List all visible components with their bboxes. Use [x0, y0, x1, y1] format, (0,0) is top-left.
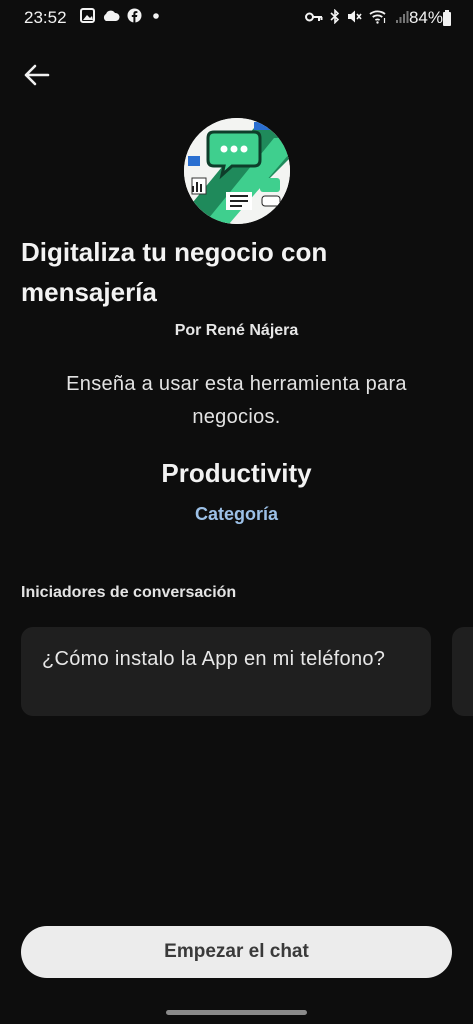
conversation-starter-card-next[interactable] — [452, 627, 473, 716]
gpt-title: Digitaliza tu negocio con mensajería — [21, 237, 328, 307]
cloud-icon — [103, 10, 120, 21]
gpt-avatar — [184, 118, 290, 224]
home-indicator[interactable] — [166, 1010, 307, 1015]
conversation-starter-card[interactable]: ¿Cómo instalo la App en mi teléfono? — [21, 627, 431, 716]
facebook-icon — [127, 8, 142, 23]
starters-heading: Iniciadores de conversación — [21, 584, 237, 601]
arrow-left-icon — [24, 64, 50, 86]
battery-percent: 84% — [408, 8, 443, 27]
gpt-author: Por René Nájera — [174, 322, 299, 339]
category-label: Categoría — [194, 504, 279, 524]
category-value: Productivity — [161, 458, 312, 488]
back-button[interactable] — [20, 60, 54, 90]
key-icon — [305, 12, 323, 21]
bluetooth-icon — [330, 9, 340, 24]
conversation-starter-text: ¿Cómo instalo la App en mi teléfono? — [42, 648, 386, 670]
signal-icon — [396, 10, 409, 23]
wifi-icon — [369, 10, 386, 24]
start-chat-button[interactable]: Empezar el chat — [21, 926, 452, 978]
notification-icons — [80, 8, 163, 23]
dot-icon — [153, 12, 159, 19]
status-bar: 23:52 84% — [0, 0, 473, 36]
status-time: 23:52 — [24, 8, 67, 27]
system-icons — [305, 9, 409, 24]
gpt-description: Enseña a usar esta herramienta para nego… — [66, 373, 407, 428]
mute-icon — [348, 10, 362, 23]
gallery-icon — [80, 8, 95, 23]
battery-icon — [443, 10, 451, 26]
